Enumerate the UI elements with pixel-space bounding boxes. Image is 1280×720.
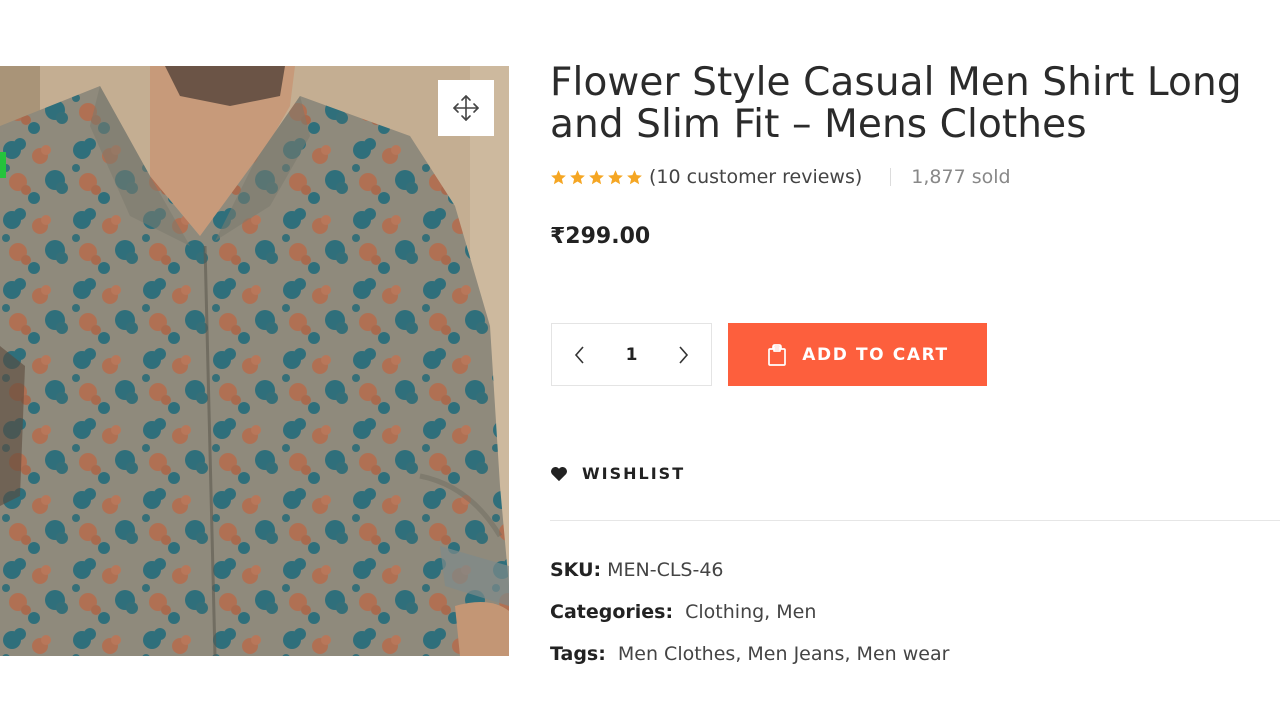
product-title-line-1: Flower Style Casual Men Shirt Long (550, 60, 1242, 105)
sold-count: 1,877 sold (911, 166, 1011, 188)
quantity-stepper (551, 323, 712, 386)
tags-label: Tags: (550, 643, 606, 665)
categories-row: Categories: Clothing, Men (550, 601, 816, 623)
star-icon (627, 169, 642, 184)
star-rating (550, 169, 643, 186)
product-title-line-2: and Slim Fit – Mens Clothes (550, 102, 1087, 147)
tags-row: Tags: Men Clothes, Men Jeans, Men wear (550, 643, 949, 665)
category-link[interactable]: Men (776, 601, 816, 623)
categories-label: Categories: (550, 601, 674, 623)
tag-separator: , (844, 643, 857, 665)
move-arrows-icon (453, 95, 479, 121)
sku-label: SKU: (550, 559, 602, 581)
tag-link[interactable]: Men Jeans (747, 643, 844, 665)
shirt-photo (0, 66, 509, 656)
category-link[interactable]: Clothing (685, 601, 764, 623)
shopping-bag-icon (768, 343, 787, 366)
chevron-left-icon (574, 345, 584, 364)
rating-row: (10 customer reviews) 1,877 sold (550, 165, 1011, 189)
add-to-cart-button[interactable]: ADD TO CART (728, 323, 987, 386)
category-separator: , (764, 601, 777, 623)
sku-row: SKU: MEN-CLS-46 (550, 559, 724, 581)
sale-flag (0, 152, 6, 178)
product-title: Flower Style Casual Men Shirt Long and S… (550, 62, 1280, 146)
meta-divider (550, 520, 1280, 521)
tag-link[interactable]: Men wear (857, 643, 950, 665)
product-image[interactable] (0, 66, 509, 656)
tag-separator: , (735, 643, 748, 665)
wishlist-button[interactable]: WISHLIST (550, 464, 685, 483)
star-icon (551, 169, 566, 184)
wishlist-label: WISHLIST (582, 464, 686, 483)
chevron-right-icon (679, 345, 689, 364)
quantity-input[interactable] (609, 343, 654, 366)
product-price: ₹299.00 (550, 224, 651, 249)
quantity-increase-button[interactable] (655, 324, 711, 385)
star-icon (570, 169, 585, 184)
star-icon (608, 169, 623, 184)
zoom-button[interactable] (438, 80, 494, 136)
add-to-cart-label: ADD TO CART (802, 344, 949, 365)
sku-value: MEN-CLS-46 (607, 559, 724, 581)
reviews-link[interactable]: (10 customer reviews) (649, 166, 862, 188)
heart-icon (551, 466, 567, 481)
quantity-decrease-button[interactable] (552, 324, 608, 385)
star-icon (589, 169, 604, 184)
rating-separator (890, 168, 892, 186)
tag-link[interactable]: Men Clothes (618, 643, 735, 665)
